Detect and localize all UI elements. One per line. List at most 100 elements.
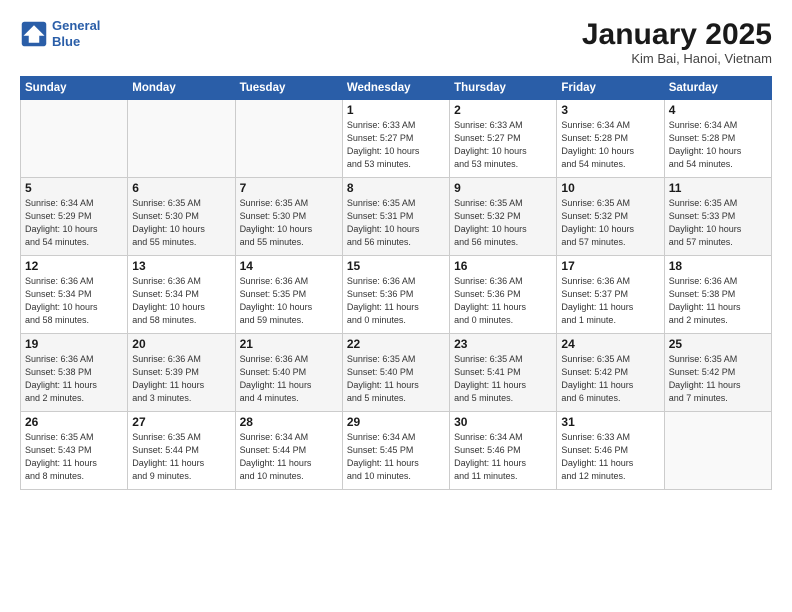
day-info: Sunrise: 6:35 AM Sunset: 5:42 PM Dayligh… [561,353,659,405]
day-number: 18 [669,259,767,273]
day-info: Sunrise: 6:35 AM Sunset: 5:33 PM Dayligh… [669,197,767,249]
day-number: 28 [240,415,338,429]
calendar-cell: 17 Sunrise: 6:36 AM Sunset: 5:37 PM Dayli… [557,256,664,334]
calendar-cell: 20 Sunrise: 6:36 AM Sunset: 5:39 PM Dayli… [128,334,235,412]
col-header-sunday: Sunday [21,77,128,100]
day-info: Sunrise: 6:36 AM Sunset: 5:34 PM Dayligh… [25,275,123,327]
calendar-cell: 29Sunrise: 6:34 AM Sunset: 5:45 PM Dayli… [342,412,449,490]
calendar-cell [664,412,771,490]
day-number: 4 [669,103,767,117]
calendar-cell: 22 Sunrise: 6:35 AM Sunset: 5:40 PM Dayli… [342,334,449,412]
calendar-table: SundayMondayTuesdayWednesdayThursdayFrid… [20,76,772,490]
calendar-cell: 11 Sunrise: 6:35 AM Sunset: 5:33 PM Dayli… [664,178,771,256]
calendar-cell: 26Sunrise: 6:35 AM Sunset: 5:43 PM Dayli… [21,412,128,490]
header: General Blue January 2025 Kim Bai, Hanoi… [20,18,772,66]
day-number: 6 [132,181,230,195]
day-info: Sunrise: 6:34 AM Sunset: 5:28 PM Dayligh… [561,119,659,171]
calendar-cell: 12 Sunrise: 6:36 AM Sunset: 5:34 PM Dayli… [21,256,128,334]
calendar-cell: 1 Sunrise: 6:33 AM Sunset: 5:27 PM Daylig… [342,100,449,178]
calendar-cell: 4 Sunrise: 6:34 AM Sunset: 5:28 PM Daylig… [664,100,771,178]
day-info: Sunrise: 6:34 AM Sunset: 5:28 PM Dayligh… [669,119,767,171]
calendar-cell: 10Sunrise: 6:35 AM Sunset: 5:32 PM Dayli… [557,178,664,256]
day-number: 12 [25,259,123,273]
col-header-tuesday: Tuesday [235,77,342,100]
day-info: Sunrise: 6:36 AM Sunset: 5:36 PM Dayligh… [347,275,445,327]
day-info: Sunrise: 6:34 AM Sunset: 5:44 PM Dayligh… [240,431,338,483]
calendar-cell: 6Sunrise: 6:35 AM Sunset: 5:30 PM Daylig… [128,178,235,256]
day-info: Sunrise: 6:36 AM Sunset: 5:34 PM Dayligh… [132,275,230,327]
logo: General Blue [20,18,100,49]
calendar-cell: 24Sunrise: 6:35 AM Sunset: 5:42 PM Dayli… [557,334,664,412]
day-info: Sunrise: 6:36 AM Sunset: 5:38 PM Dayligh… [25,353,123,405]
day-info: Sunrise: 6:36 AM Sunset: 5:38 PM Dayligh… [669,275,767,327]
day-info: Sunrise: 6:34 AM Sunset: 5:46 PM Dayligh… [454,431,552,483]
location-subtitle: Kim Bai, Hanoi, Vietnam [582,51,772,66]
day-number: 7 [240,181,338,195]
calendar-cell: 30 Sunrise: 6:34 AM Sunset: 5:46 PM Dayli… [450,412,557,490]
col-header-wednesday: Wednesday [342,77,449,100]
calendar-cell [21,100,128,178]
day-number: 8 [347,181,445,195]
day-info: Sunrise: 6:33 AM Sunset: 5:46 PM Dayligh… [561,431,659,483]
day-info: Sunrise: 6:36 AM Sunset: 5:36 PM Dayligh… [454,275,552,327]
day-info: Sunrise: 6:35 AM Sunset: 5:42 PM Dayligh… [669,353,767,405]
day-info: Sunrise: 6:36 AM Sunset: 5:39 PM Dayligh… [132,353,230,405]
title-block: January 2025 Kim Bai, Hanoi, Vietnam [582,18,772,66]
logo-text: General Blue [52,18,100,49]
day-info: Sunrise: 6:35 AM Sunset: 5:44 PM Dayligh… [132,431,230,483]
col-header-thursday: Thursday [450,77,557,100]
month-title: January 2025 [582,18,772,51]
day-info: Sunrise: 6:35 AM Sunset: 5:32 PM Dayligh… [454,197,552,249]
calendar-cell: 31 Sunrise: 6:33 AM Sunset: 5:46 PM Dayli… [557,412,664,490]
calendar-cell: 27 Sunrise: 6:35 AM Sunset: 5:44 PM Dayli… [128,412,235,490]
calendar-cell: 25 Sunrise: 6:35 AM Sunset: 5:42 PM Dayli… [664,334,771,412]
day-number: 17 [561,259,659,273]
day-number: 29 [347,415,445,429]
calendar-cell: 9 Sunrise: 6:35 AM Sunset: 5:32 PM Daylig… [450,178,557,256]
day-number: 9 [454,181,552,195]
day-number: 10 [561,181,659,195]
day-number: 11 [669,181,767,195]
day-number: 2 [454,103,552,117]
day-number: 13 [132,259,230,273]
day-info: Sunrise: 6:35 AM Sunset: 5:43 PM Dayligh… [25,431,123,483]
day-number: 3 [561,103,659,117]
logo-icon [20,20,48,48]
calendar-cell: 18 Sunrise: 6:36 AM Sunset: 5:38 PM Dayli… [664,256,771,334]
day-info: Sunrise: 6:36 AM Sunset: 5:35 PM Dayligh… [240,275,338,327]
day-number: 25 [669,337,767,351]
calendar-cell: 5 Sunrise: 6:34 AM Sunset: 5:29 PM Daylig… [21,178,128,256]
day-number: 21 [240,337,338,351]
col-header-saturday: Saturday [664,77,771,100]
col-header-monday: Monday [128,77,235,100]
day-info: Sunrise: 6:35 AM Sunset: 5:30 PM Dayligh… [240,197,338,249]
calendar-cell: 8 Sunrise: 6:35 AM Sunset: 5:31 PM Daylig… [342,178,449,256]
day-info: Sunrise: 6:35 AM Sunset: 5:40 PM Dayligh… [347,353,445,405]
day-info: Sunrise: 6:33 AM Sunset: 5:27 PM Dayligh… [347,119,445,171]
day-number: 30 [454,415,552,429]
calendar-cell: 23 Sunrise: 6:35 AM Sunset: 5:41 PM Dayli… [450,334,557,412]
day-number: 20 [132,337,230,351]
day-info: Sunrise: 6:35 AM Sunset: 5:31 PM Dayligh… [347,197,445,249]
day-number: 23 [454,337,552,351]
day-number: 31 [561,415,659,429]
calendar-cell: 19 Sunrise: 6:36 AM Sunset: 5:38 PM Dayli… [21,334,128,412]
day-number: 27 [132,415,230,429]
calendar-page: General Blue January 2025 Kim Bai, Hanoi… [0,0,792,612]
day-number: 19 [25,337,123,351]
day-info: Sunrise: 6:36 AM Sunset: 5:37 PM Dayligh… [561,275,659,327]
calendar-cell: 28 Sunrise: 6:34 AM Sunset: 5:44 PM Dayli… [235,412,342,490]
day-number: 1 [347,103,445,117]
calendar-cell: 16Sunrise: 6:36 AM Sunset: 5:36 PM Dayli… [450,256,557,334]
day-info: Sunrise: 6:35 AM Sunset: 5:41 PM Dayligh… [454,353,552,405]
calendar-cell: 2Sunrise: 6:33 AM Sunset: 5:27 PM Daylig… [450,100,557,178]
calendar-cell: 14Sunrise: 6:36 AM Sunset: 5:35 PM Dayli… [235,256,342,334]
calendar-cell [235,100,342,178]
day-info: Sunrise: 6:34 AM Sunset: 5:29 PM Dayligh… [25,197,123,249]
day-number: 5 [25,181,123,195]
calendar-cell: 3 Sunrise: 6:34 AM Sunset: 5:28 PM Daylig… [557,100,664,178]
calendar-cell: 15Sunrise: 6:36 AM Sunset: 5:36 PM Dayli… [342,256,449,334]
calendar-cell: 13 Sunrise: 6:36 AM Sunset: 5:34 PM Dayli… [128,256,235,334]
calendar-cell: 21Sunrise: 6:36 AM Sunset: 5:40 PM Dayli… [235,334,342,412]
day-number: 22 [347,337,445,351]
